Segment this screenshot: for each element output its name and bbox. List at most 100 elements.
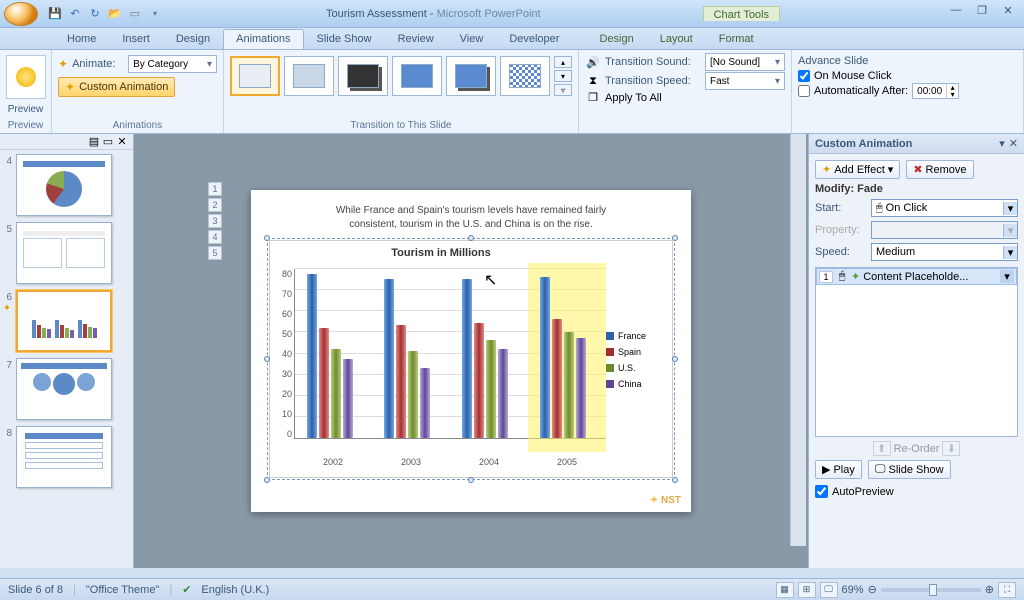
add-effect-button[interactable]: ✦Add Effect ▾ — [815, 160, 900, 179]
tab-insert[interactable]: Insert — [109, 29, 163, 49]
thumb-slide-8[interactable] — [16, 426, 112, 488]
tab-chart-design[interactable]: Design — [586, 29, 646, 49]
autopreview-checkbox[interactable] — [815, 485, 828, 498]
zoom-out-button[interactable]: ⊖ — [868, 583, 877, 596]
slides-tab-icon[interactable]: ▭ — [101, 135, 115, 148]
property-label: Property: — [815, 224, 867, 236]
tab-developer[interactable]: Developer — [496, 29, 572, 49]
custom-animation-pane: Custom Animation ▾✕ ✦Add Effect ▾ ✖Remov… — [808, 134, 1024, 568]
slideshow-view-button[interactable]: 🖵 — [820, 582, 838, 598]
fit-window-button[interactable]: ⛶ — [998, 582, 1016, 598]
effect-list[interactable]: 1 🖱 ✦ Content Placeholde... ▾ — [815, 267, 1018, 437]
chart-placeholder[interactable]: Tourism in Millions 80706050403020100 20… — [269, 240, 673, 478]
zoom-in-button[interactable]: ⊕ — [985, 583, 994, 596]
speed-icon: ⧗ — [585, 75, 601, 88]
transition-none[interactable] — [230, 56, 280, 96]
thumb-slide-5[interactable] — [16, 222, 112, 284]
tab-design[interactable]: Design — [163, 29, 223, 49]
transition-gallery-more[interactable]: ▴▾▿ — [554, 56, 572, 96]
effect-order: 1 — [819, 271, 833, 283]
tab-view[interactable]: View — [447, 29, 497, 49]
status-theme: "Office Theme" — [86, 584, 159, 596]
apply-to-all-button[interactable]: Apply To All — [605, 92, 662, 104]
ribbon: Preview Preview ✦ Animate: By Category▾ … — [0, 50, 1024, 134]
open-icon[interactable]: 📂 — [106, 5, 124, 23]
normal-view-button[interactable]: ▦ — [776, 582, 794, 598]
group-preview: Preview Preview — [0, 50, 52, 133]
qat-more-icon[interactable]: ▾ — [146, 5, 164, 23]
close-button[interactable]: ✕ — [998, 4, 1018, 17]
chart-plot-area — [294, 269, 606, 439]
transition-fade-black[interactable] — [338, 56, 388, 96]
context-tab-title: Chart Tools — [703, 6, 780, 21]
slideshow-button[interactable]: 🖵 Slide Show — [868, 460, 951, 479]
pane-close-icon[interactable]: ✕ — [1009, 137, 1018, 150]
auto-after-time[interactable]: 00:00▴▾ — [912, 83, 959, 99]
tab-chart-format[interactable]: Format — [706, 29, 767, 49]
thumb-slide-7[interactable] — [16, 358, 112, 420]
redo-icon[interactable]: ↻ — [86, 5, 104, 23]
group-label-animations: Animations — [58, 119, 217, 131]
remove-effect-button[interactable]: ✖Remove — [906, 160, 973, 179]
animation-tags: 12345 — [208, 182, 222, 260]
sorter-view-button[interactable]: ⊞ — [798, 582, 816, 598]
effect-item[interactable]: 1 🖱 ✦ Content Placeholde... ▾ — [816, 268, 1017, 285]
transition-dissolve[interactable] — [500, 56, 550, 96]
tab-animations[interactable]: Animations — [223, 29, 303, 49]
status-slide-number: Slide 6 of 8 — [8, 584, 63, 596]
vertical-scrollbar[interactable] — [790, 134, 806, 546]
reorder-up-icon[interactable]: ⬆ — [873, 441, 891, 456]
office-button[interactable] — [4, 2, 38, 26]
on-mouse-click-checkbox[interactable] — [798, 70, 810, 82]
outline-tab-icon[interactable]: ▤ — [87, 135, 101, 148]
animate-icon: ✦ — [58, 57, 68, 71]
spellcheck-icon[interactable]: ✔ — [182, 583, 191, 596]
mouse-icon: 🖱 — [836, 270, 848, 283]
animate-dropdown[interactable]: By Category▾ — [128, 55, 217, 73]
transition-cut-black[interactable] — [446, 56, 496, 96]
logo-nst: NST — [650, 495, 681, 506]
start-label: Start: — [815, 202, 867, 214]
slide-thumbnails-panel: ▤▭✕ 4 5 6✦ 7 8 — [0, 134, 134, 568]
window-title: Tourism Assessment - Microsoft PowerPoin… — [164, 8, 703, 20]
preview-button[interactable] — [6, 55, 46, 99]
thumb-number: 4 — [2, 154, 12, 216]
new-icon[interactable]: ▭ — [126, 5, 144, 23]
undo-icon[interactable]: ↶ — [66, 5, 84, 23]
reorder-controls: ⬆Re-Order⬇ — [815, 441, 1018, 456]
status-language[interactable]: English (U.K.) — [201, 584, 269, 596]
transition-speed-label: Transition Speed: — [605, 75, 701, 87]
tab-review[interactable]: Review — [385, 29, 447, 49]
tab-home[interactable]: Home — [54, 29, 109, 49]
tab-slideshow[interactable]: Slide Show — [304, 29, 385, 49]
thumb-slide-6[interactable] — [16, 290, 112, 352]
speed-dropdown[interactable]: Medium▾ — [871, 243, 1018, 261]
start-dropdown[interactable]: 🖱 On Click▾ — [871, 199, 1018, 217]
tab-chart-layout[interactable]: Layout — [647, 29, 706, 49]
effect-dropdown-icon[interactable]: ▾ — [1000, 270, 1014, 283]
effect-name: Content Placeholde... — [863, 271, 997, 283]
save-icon[interactable]: 💾 — [46, 5, 64, 23]
transition-fade[interactable] — [284, 56, 334, 96]
reorder-down-icon[interactable]: ⬇ — [942, 441, 960, 456]
transition-sound-label: Transition Sound: — [605, 56, 701, 68]
close-thumbs-icon[interactable]: ✕ — [115, 135, 129, 148]
thumb-number: 5 — [2, 222, 12, 284]
zoom-percent[interactable]: 69% — [842, 584, 864, 596]
pane-dropdown-icon[interactable]: ▾ — [999, 137, 1005, 150]
minimize-button[interactable]: — — [946, 4, 966, 17]
play-button[interactable]: ▶ Play — [815, 460, 862, 479]
custom-animation-button[interactable]: ✦Custom Animation — [58, 77, 175, 97]
thumb-slide-4[interactable] — [16, 154, 112, 216]
transition-sound-dropdown[interactable]: [No Sound]▾ — [705, 53, 785, 71]
zoom-slider[interactable] — [881, 588, 981, 592]
slide-canvas-area[interactable]: 12345 While France and Spain's tourism l… — [134, 134, 808, 568]
ribbon-tabs: Home Insert Design Animations Slide Show… — [0, 28, 1024, 50]
transition-speed-dropdown[interactable]: Fast▾ — [705, 72, 785, 90]
thumb-number: 6 — [2, 290, 12, 303]
restore-button[interactable]: ❐ — [972, 4, 992, 17]
auto-after-checkbox[interactable] — [798, 85, 810, 97]
workspace: ▤▭✕ 4 5 6✦ 7 8 12345 While France and Sp… — [0, 134, 1024, 568]
transition-cut[interactable] — [392, 56, 442, 96]
group-transition: ▴▾▿ Transition to This Slide — [224, 50, 579, 133]
